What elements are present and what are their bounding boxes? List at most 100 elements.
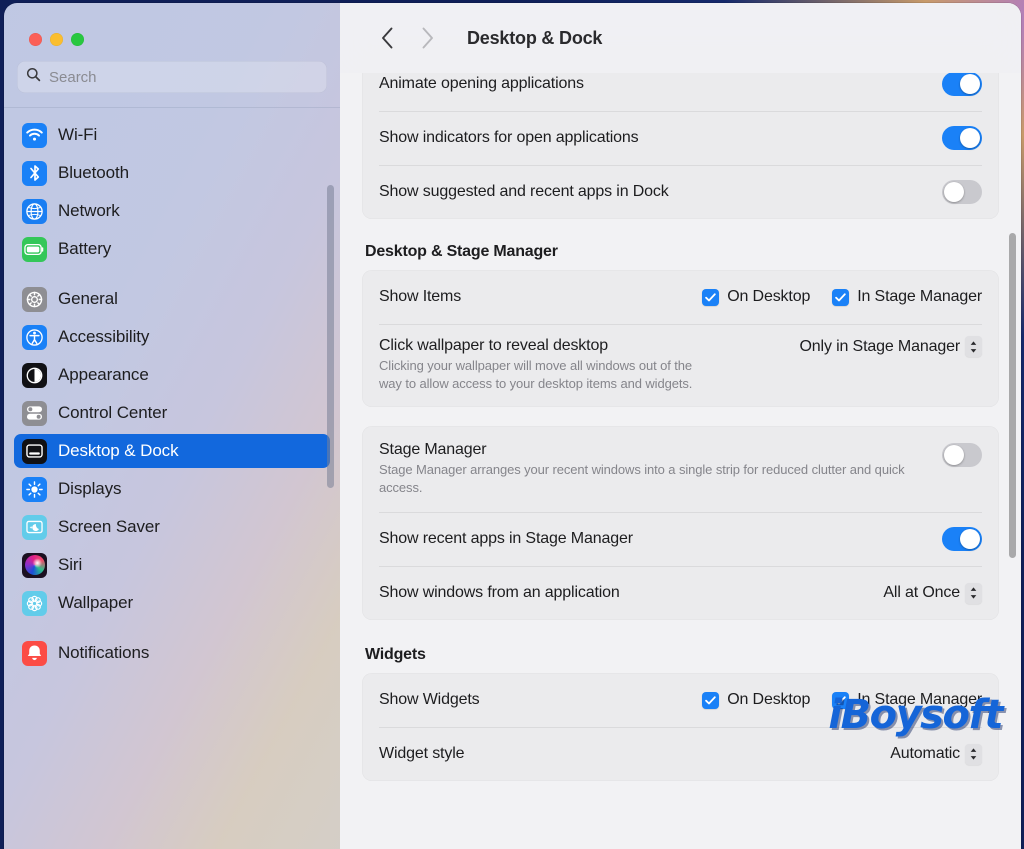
show-windows-popup-button[interactable]: All at Once xyxy=(883,582,982,604)
sidebar: Wi-Fi Bluetooth xyxy=(4,3,340,849)
sidebar-item-wallpaper[interactable]: Wallpaper xyxy=(14,586,330,620)
content-scrollbar-thumb[interactable] xyxy=(1009,233,1016,558)
desktop-wallpaper: Wi-Fi Bluetooth xyxy=(0,0,1024,849)
sidebar-item-label: Wallpaper xyxy=(58,593,134,612)
row-label: Click wallpaper to reveal desktop xyxy=(379,337,608,354)
back-button[interactable] xyxy=(367,18,407,58)
minimize-button[interactable] xyxy=(50,33,63,46)
sidebar-item-network[interactable]: Network xyxy=(14,194,330,228)
stage-manager-toggle[interactable] xyxy=(942,443,982,467)
sidebar-item-label: Screen Saver xyxy=(58,517,160,536)
chevron-up-down-icon xyxy=(965,582,982,604)
row-description: Clicking your wallpaper will move all wi… xyxy=(379,358,693,391)
search-box[interactable] xyxy=(17,61,327,93)
sidebar-item-label: Desktop & Dock xyxy=(58,441,179,460)
sidebar-item-control-center[interactable]: Control Center xyxy=(14,396,330,430)
sidebar-item-battery[interactable]: Battery xyxy=(14,232,330,266)
sidebar-item-label: Control Center xyxy=(58,403,168,422)
siri-icon xyxy=(22,552,47,578)
sidebar-item-label: Appearance xyxy=(58,365,149,384)
row-label: Show recent apps in Stage Manager xyxy=(379,530,633,547)
row-label: Stage Manager xyxy=(379,441,487,458)
content-scrollbar[interactable] xyxy=(1008,61,1017,849)
show-indicators-toggle[interactable] xyxy=(942,126,982,150)
sidebar-scrollbar[interactable] xyxy=(326,108,334,849)
show-suggested-recent-apps-toggle[interactable] xyxy=(942,180,982,204)
popup-value: Only in Stage Manager xyxy=(799,337,961,355)
checkmark-icon xyxy=(702,691,720,709)
widget-style-popup-button[interactable]: Automatic xyxy=(890,743,982,765)
row-stage-manager: Stage Manager Stage Manager arranges you… xyxy=(362,426,999,512)
desktop-stage-manager-card: Show Items On Desktop In Stage Manager C… xyxy=(362,270,999,407)
sidebar-item-accessibility[interactable]: Accessibility xyxy=(14,320,330,354)
search-icon xyxy=(26,67,41,87)
gear-icon xyxy=(22,286,47,312)
row-label: Widget style xyxy=(379,745,465,762)
show-items-in-stage-manager-checkbox[interactable]: In Stage Manager xyxy=(832,288,982,306)
row-label: Show suggested and recent apps in Dock xyxy=(379,183,669,200)
checkmark-icon xyxy=(832,288,850,306)
sidebar-scroll-area[interactable]: Wi-Fi Bluetooth Network Battery General … xyxy=(4,108,340,849)
sidebar-item-screen-saver[interactable]: Screen Saver xyxy=(14,510,330,544)
sidebar-scrollbar-thumb[interactable] xyxy=(327,185,334,488)
close-button[interactable] xyxy=(29,33,42,46)
sidebar-group-system: General Accessibility Appearance Control… xyxy=(14,282,330,620)
wallpaper-icon xyxy=(22,590,47,616)
sidebar-item-label: Wi-Fi xyxy=(58,125,98,144)
popup-value: All at Once xyxy=(883,584,960,601)
sidebar-item-label: Bluetooth xyxy=(58,163,129,182)
click-wallpaper-popup-button[interactable]: Only in Stage Manager xyxy=(799,336,982,357)
row-label: Show windows from an application xyxy=(379,584,620,601)
sidebar-item-general[interactable]: General xyxy=(14,282,330,316)
row-show-indicators[interactable]: Show indicators for open applications xyxy=(362,111,999,165)
stage-manager-card: Stage Manager Stage Manager arranges you… xyxy=(362,426,999,620)
wifi-icon xyxy=(22,122,47,148)
sidebar-item-displays[interactable]: Displays xyxy=(14,472,330,506)
forward-button[interactable] xyxy=(407,18,447,58)
sidebar-item-siri[interactable]: Siri xyxy=(14,548,330,582)
battery-icon xyxy=(22,236,47,262)
toolbar: Desktop & Dock xyxy=(340,3,1021,73)
row-label: Show indicators for open applications xyxy=(379,129,639,146)
sidebar-group-connectivity: Wi-Fi Bluetooth Network Battery xyxy=(14,118,330,266)
show-items-on-desktop-checkbox[interactable]: On Desktop xyxy=(702,288,810,306)
globe-icon xyxy=(22,198,47,224)
sidebar-group-notifications: Notifications xyxy=(14,636,330,670)
page-title: Desktop & Dock xyxy=(467,27,603,48)
chevron-up-down-icon xyxy=(965,743,982,765)
checkbox-label: In Stage Manager xyxy=(857,288,982,305)
sidebar-item-label: Accessibility xyxy=(58,327,150,346)
section-title-widgets: Widgets xyxy=(365,646,426,663)
sidebar-item-bluetooth[interactable]: Bluetooth xyxy=(14,156,330,190)
bluetooth-icon xyxy=(22,160,47,186)
show-widgets-on-desktop-checkbox[interactable]: On Desktop xyxy=(702,691,810,709)
sidebar-item-label: General xyxy=(58,289,118,308)
checkbox-label: On Desktop xyxy=(727,288,811,305)
iboysoft-watermark: iBoysoft xyxy=(828,692,1003,738)
sidebar-item-wifi[interactable]: Wi-Fi xyxy=(14,118,330,152)
chevron-up-down-icon xyxy=(965,336,982,357)
row-show-suggested-recent-apps[interactable]: Show suggested and recent apps in Dock xyxy=(362,165,999,219)
zoom-button[interactable] xyxy=(71,33,84,46)
row-show-windows-from-application[interactable]: Show windows from an application All at … xyxy=(362,566,999,620)
row-label: Show Items xyxy=(379,288,462,305)
sidebar-item-notifications[interactable]: Notifications xyxy=(14,636,330,670)
row-label: Animate opening applications xyxy=(379,75,584,92)
section-title-desktop-stage-manager: Desktop & Stage Manager xyxy=(365,243,558,260)
search-input[interactable] xyxy=(49,68,318,86)
sidebar-item-label: Displays xyxy=(58,479,122,498)
row-description: Stage Manager arranges your recent windo… xyxy=(379,462,905,495)
sidebar-item-label: Network xyxy=(58,201,120,220)
window-controls xyxy=(4,3,340,61)
sidebar-item-desktop-dock[interactable]: Desktop & Dock xyxy=(14,434,330,468)
show-recent-apps-toggle[interactable] xyxy=(942,527,982,551)
checkmark-icon xyxy=(702,288,720,306)
sidebar-item-label: Battery xyxy=(58,239,112,258)
sidebar-item-appearance[interactable]: Appearance xyxy=(14,358,330,392)
dock-card: Animate opening applications Show indica… xyxy=(362,57,999,219)
animate-opening-applications-toggle[interactable] xyxy=(942,72,982,96)
row-show-recent-apps[interactable]: Show recent apps in Stage Manager xyxy=(362,512,999,566)
sidebar-item-label: Siri xyxy=(58,555,83,574)
brightness-icon xyxy=(22,476,47,502)
row-click-wallpaper: Click wallpaper to reveal desktop Clicki… xyxy=(362,324,999,407)
